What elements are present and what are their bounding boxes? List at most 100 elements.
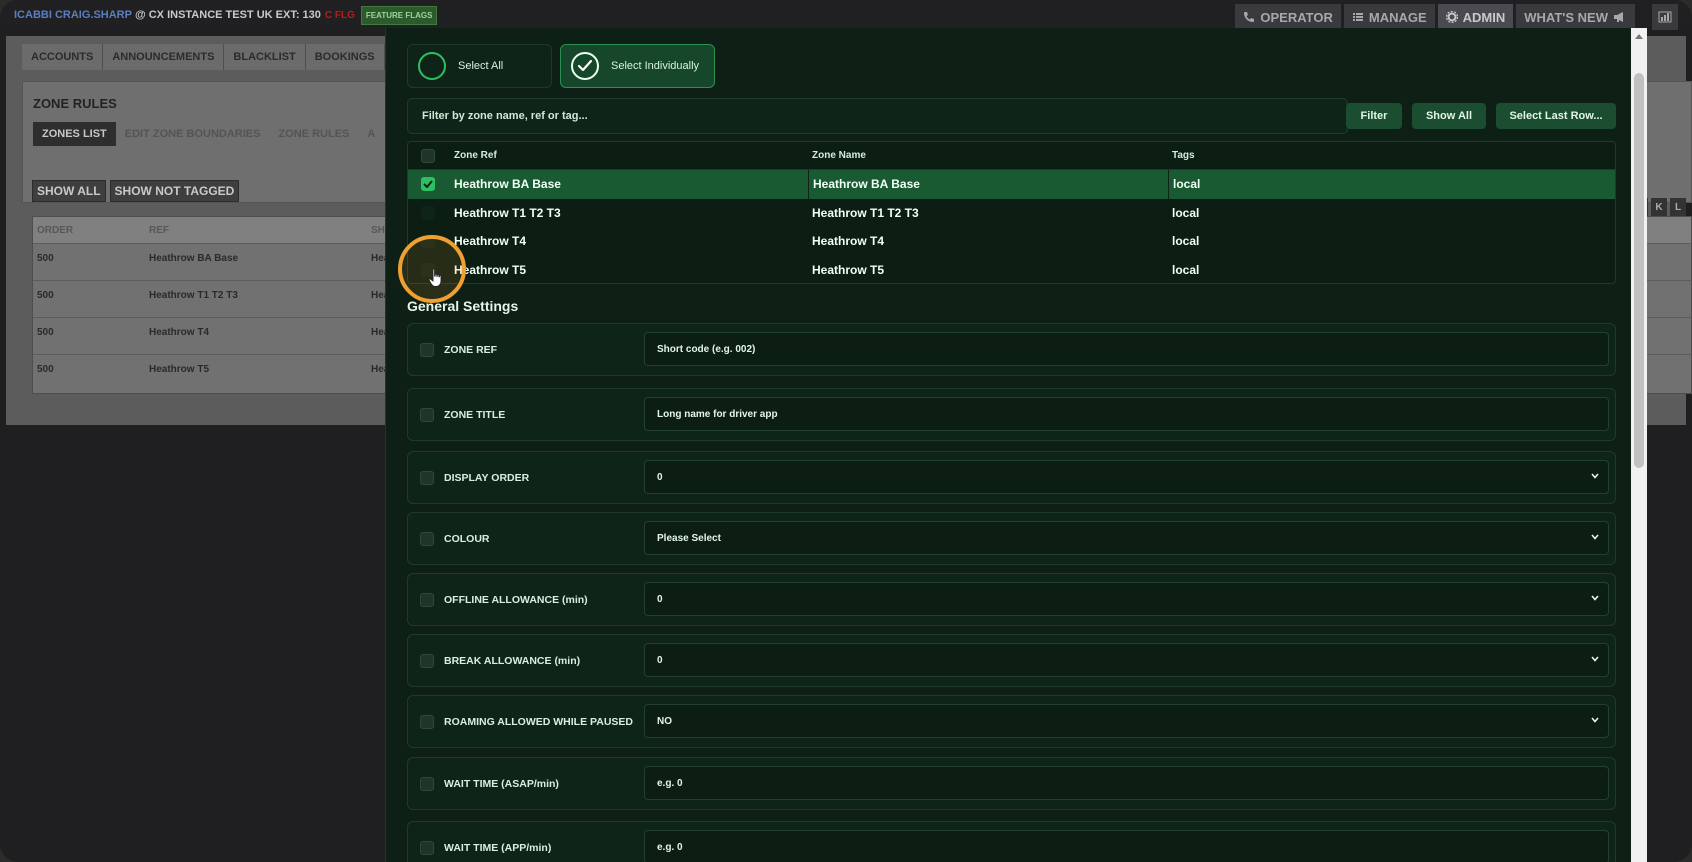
modal-scrollbar[interactable] [1631,28,1647,862]
filter-buttons: SHOW ALL SHOW NOT TAGGED [32,180,240,202]
tab-blacklist[interactable]: BLACKLIST [224,44,306,70]
setting-checkbox[interactable] [420,654,434,668]
setting-label: BREAK ALLOWANCE (min) [444,654,581,667]
setting-wait-time-app: WAIT TIME (APP/min) e.g. 0 [407,821,1616,862]
feature-flags-badge[interactable]: FEATURE FLAGS [360,5,438,25]
setting-colour: COLOUR Please Select [407,512,1616,565]
col-ref: REF [149,224,169,236]
scroll-up-arrow[interactable] [1635,34,1643,39]
stats-button[interactable] [1652,4,1678,30]
setting-checkbox[interactable] [420,715,434,729]
setting-label: ROAMING ALLOWED WHILE PAUSED [444,715,633,728]
zone-tags: local [1172,234,1200,249]
zone-tags: local [1168,170,1615,199]
tab-bookings[interactable]: BOOKINGS [305,44,385,70]
top-bar: ICABBI CRAIG.SHARP @ CX INSTANCE TEST UK… [0,0,1692,30]
chevron-down-icon [1591,656,1599,662]
show-all-button[interactable]: SHOW ALL [32,180,106,202]
setting-label: WAIT TIME (ASAP/min) [444,777,559,790]
chevron-down-icon [1591,534,1599,540]
col-zone-ref: Zone Ref [454,150,497,161]
chart-icon [1658,11,1672,23]
zone-filter-bar: Filter Show All Select Last Row... [407,98,1616,134]
select-all-option[interactable]: Select All [407,44,552,88]
cell-ref: Heathrow T5 [149,364,210,375]
setting-checkbox[interactable] [420,593,434,607]
modal-content: Select All Select Individually Filter Sh… [386,28,1632,862]
break-allowance-select[interactable]: 0 [644,643,1609,677]
chevron-down-icon [1591,473,1599,479]
nav-whats-new-label: WHAT'S NEW [1524,9,1608,25]
letter-k[interactable]: K [1651,198,1667,216]
setting-checkbox[interactable] [420,777,434,791]
row-checkbox-checked[interactable] [421,177,435,192]
tab-truncated[interactable]: A [358,122,384,146]
megaphone-icon [1614,12,1623,22]
setting-label: ZONE REF [444,343,498,356]
gear-icon [1445,11,1458,23]
wait-time-app-input[interactable]: e.g. 0 [644,830,1609,862]
scroll-thumb[interactable] [1634,73,1644,468]
tab-announcements[interactable]: ANNOUNCEMENTS [103,44,225,70]
setting-label: COLOUR [444,532,490,545]
status-flag: C FLG [324,9,355,21]
zone-filter-input[interactable] [407,98,1348,134]
zone-row[interactable]: Heathrow T1 T2 T3 Heathrow T1 T2 T3 loca… [408,199,1615,228]
header-checkbox[interactable] [421,148,435,163]
select-last-row-button[interactable]: Select Last Row... [1496,103,1616,129]
tab-zones-list[interactable]: ZONES LIST [33,122,116,146]
setting-checkbox[interactable] [420,408,434,422]
nav-admin-label: ADMIN [1462,9,1506,25]
bulk-edit-modal: Select All Select Individually Filter Sh… [385,28,1647,862]
setting-label: ZONE TITLE [444,408,506,421]
radio-icon [418,52,446,80]
tab-accounts[interactable]: ACCOUNTS [22,44,104,70]
wait-time-asap-input[interactable]: e.g. 0 [644,766,1609,800]
filter-button[interactable]: Filter [1346,103,1402,129]
select-value: NO [657,715,672,727]
check-circle-icon [571,52,599,80]
col-tags: Tags [1172,150,1195,161]
select-individually-option[interactable]: Select Individually [560,44,715,88]
setting-checkbox[interactable] [420,343,434,357]
cell-order: 500 [37,327,54,338]
zone-ref-input[interactable]: Short code (e.g. 002) [644,332,1609,366]
zone-ref: Heathrow T1 T2 T3 [454,205,561,220]
zone-row[interactable]: Heathrow T4 Heathrow T4 local [408,227,1615,256]
zone-row[interactable]: Heathrow BA Base Heathrow BA Base local [408,170,1615,199]
zone-ref: Heathrow T4 [454,234,527,249]
nav-whats-new[interactable]: WHAT'S NEW [1516,4,1635,30]
setting-checkbox[interactable] [420,471,434,485]
letter-l[interactable]: L [1670,198,1686,216]
tab-zone-rules[interactable]: ZONE RULES [269,122,358,146]
zone-row[interactable]: Heathrow T5 Heathrow T5 local [408,256,1615,285]
zone-subtabs: ZONES LIST EDIT ZONE BOUNDARIES ZONE RUL… [33,122,384,146]
nav-operator[interactable]: OPERATOR [1235,4,1341,30]
setting-label: OFFLINE ALLOWANCE (min) [444,593,588,606]
nav-operator-label: OPERATOR [1260,9,1333,25]
nav-admin[interactable]: ADMIN [1437,4,1514,30]
zone-title-input[interactable]: Long name for driver app [644,397,1609,431]
chevron-down-icon [1591,595,1599,601]
setting-zone-ref: ZONE REF Short code (e.g. 002) [407,323,1616,376]
setting-break-allowance: BREAK ALLOWANCE (min) 0 [407,634,1616,687]
zone-name: Heathrow BA Base [808,170,1168,199]
show-not-tagged-button[interactable]: SHOW NOT TAGGED [109,180,240,202]
offline-allowance-select[interactable]: 0 [644,582,1609,616]
row-checkbox[interactable] [421,205,435,220]
nav-manage[interactable]: MANAGE [1343,4,1435,30]
user-name[interactable]: ICABBI CRAIG.SHARP [14,9,132,21]
select-individually-label: Select Individually [611,60,700,72]
setting-checkbox[interactable] [420,532,434,546]
list-icon [1352,13,1363,21]
tab-edit-zone-boundaries[interactable]: EDIT ZONE BOUNDARIES [116,122,270,146]
nav-manage-label: MANAGE [1368,9,1427,25]
select-value: 0 [657,593,663,605]
setting-roaming-allowed: ROAMING ALLOWED WHILE PAUSED NO [407,695,1616,748]
colour-select[interactable]: Please Select [644,521,1609,555]
show-all-zones-button[interactable]: Show All [1412,103,1486,129]
roaming-allowed-select[interactable]: NO [644,704,1609,738]
app-window: ICABBI CRAIG.SHARP @ CX INSTANCE TEST UK… [0,0,1692,862]
display-order-select[interactable]: 0 [644,460,1609,494]
setting-checkbox[interactable] [420,841,434,855]
